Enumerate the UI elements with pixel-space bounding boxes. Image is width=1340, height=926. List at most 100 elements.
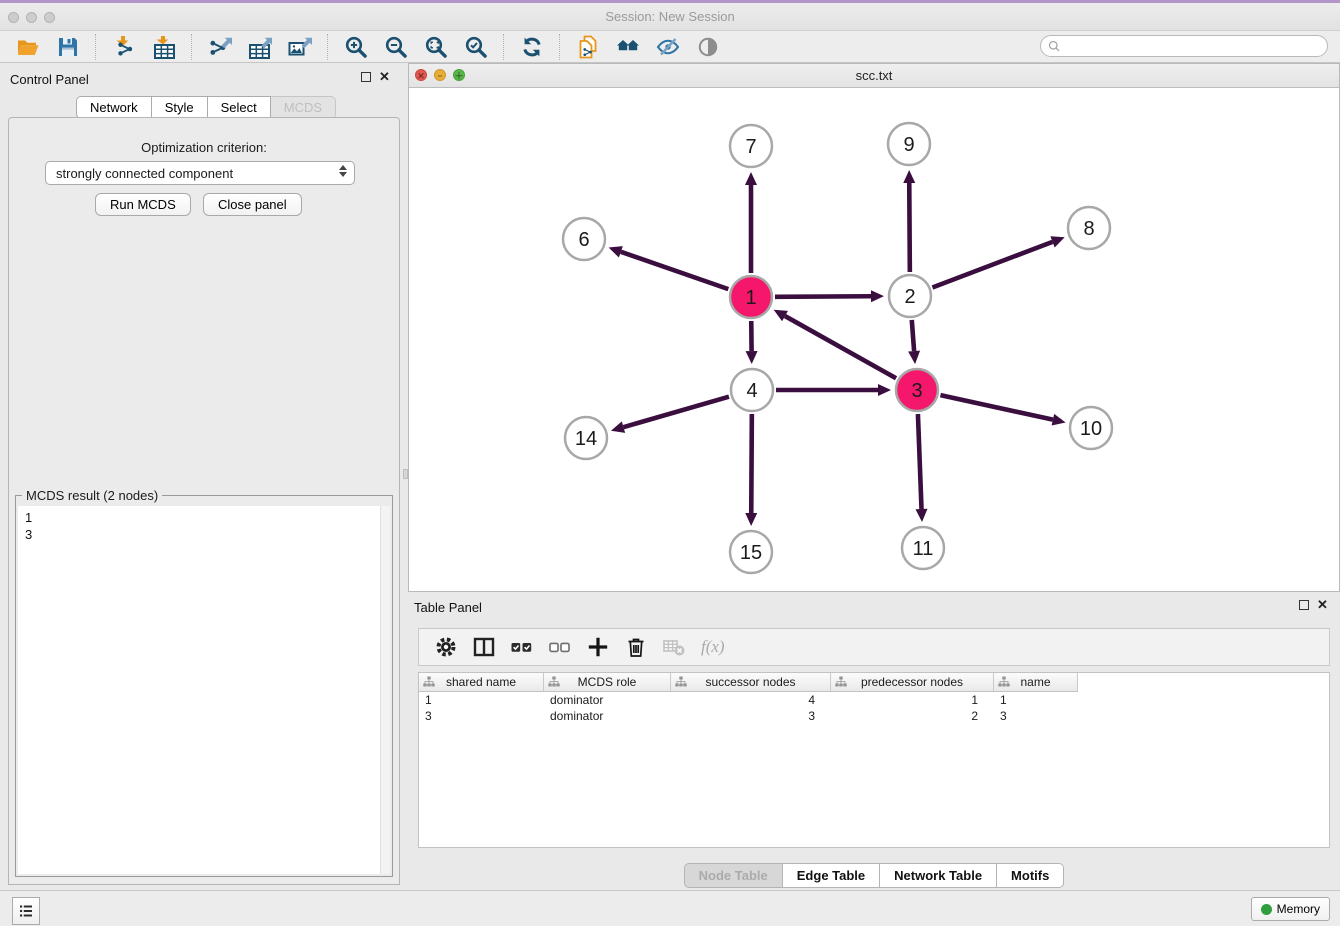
table-cell[interactable]: 3 [994,708,1078,724]
zoom-in-button[interactable] [342,33,370,61]
edge-4-15[interactable] [745,414,757,526]
table-settings-button[interactable] [432,633,460,661]
table-cell[interactable]: 4 [671,692,831,708]
table-close-icon[interactable]: ✕ [1317,598,1328,611]
table-cell[interactable]: 1 [831,692,994,708]
node-6[interactable]: 6 [563,218,605,260]
node-4[interactable]: 4 [731,369,773,411]
export-network-button[interactable] [206,33,234,61]
zoom-out-button[interactable] [382,33,410,61]
tab-motifs[interactable]: Motifs [997,863,1064,888]
mcds-tab-panel: Optimization criterion: strongly connect… [8,117,400,885]
result-scrollbar[interactable] [380,506,390,874]
column-header-predecessor-nodes[interactable]: predecessor nodes [831,673,994,692]
save-session-button[interactable] [54,33,82,61]
edge-4-14[interactable] [611,397,729,433]
edge-3-11[interactable] [916,414,928,522]
home-layout-icon [616,35,640,59]
criterion-dropdown-value: strongly connected component [56,166,233,181]
memory-button[interactable]: Memory [1251,897,1330,921]
table-cell[interactable]: dominator [544,692,671,708]
network-window-titlebar[interactable]: ✕ − ＋ scc.txt [409,64,1339,88]
zoom-in-icon [344,35,368,59]
table-cell[interactable]: 1 [419,692,544,708]
node-14[interactable]: 14 [565,417,607,459]
edge-2-3[interactable] [908,320,920,364]
table-cell[interactable]: dominator [544,708,671,724]
control-panel-title: Control Panel [10,72,89,87]
toggle-bird-view-button[interactable] [694,33,722,61]
edge-1-2[interactable] [775,290,884,302]
node-7[interactable]: 7 [730,125,772,167]
column-layout-button[interactable] [470,633,498,661]
task-history-button[interactable] [12,897,40,925]
import-network-button[interactable] [110,33,138,61]
node-3[interactable]: 3 [896,369,938,411]
edge-1-6[interactable] [609,246,729,289]
table-cell[interactable]: 1 [994,692,1078,708]
deselect-all-columns-button[interactable] [546,633,574,661]
zoom-selected-button[interactable] [462,33,490,61]
tab-network[interactable]: Network [76,96,152,119]
edge-2-9[interactable] [903,170,915,272]
network-canvas[interactable]: 1 2 3 4 6 7 8 9 10 11 14 15 [409,88,1339,591]
node-10[interactable]: 10 [1070,407,1112,449]
edge-4-3[interactable] [776,384,891,396]
search-input[interactable] [1062,38,1327,54]
edge-3-10[interactable] [940,395,1065,425]
table-cell[interactable]: 3 [671,708,831,724]
node-15[interactable]: 15 [730,531,772,573]
criterion-dropdown[interactable]: strongly connected component [45,161,355,185]
tab-network-table[interactable]: Network Table [880,863,997,888]
search-box[interactable] [1040,35,1328,57]
node-1[interactable]: 1 [730,276,772,318]
export-image-button[interactable] [286,33,314,61]
table-row[interactable]: 1dominator411 [419,692,1329,708]
node-table[interactable]: shared nameMCDS rolesuccessor nodesprede… [418,672,1330,848]
edge-3-1[interactable] [774,310,896,379]
toggle-bird-view-icon [696,35,720,59]
close-panel-button[interactable]: Close panel [203,193,302,216]
tab-edge-table[interactable]: Edge Table [783,863,880,888]
edge-1-7[interactable] [745,172,757,273]
tab-select[interactable]: Select [208,96,271,119]
close-panel-icon[interactable]: ✕ [379,70,390,83]
column-header-shared-name[interactable]: shared name [419,673,544,692]
home-layout-button[interactable] [614,33,642,61]
select-all-columns-button[interactable] [508,633,536,661]
edge-1-4[interactable] [746,321,758,364]
node-8[interactable]: 8 [1068,207,1110,249]
run-mcds-button[interactable]: Run MCDS [95,193,191,216]
float-panel-icon[interactable] [361,72,371,82]
export-table-icon [248,35,272,59]
column-header-name[interactable]: name [994,673,1078,692]
tab-node-table[interactable]: Node Table [684,863,783,888]
function-builder-button[interactable]: f(x) [701,637,725,657]
table-cell[interactable]: 3 [419,708,544,724]
duplicate-network-button[interactable] [574,33,602,61]
status-bar: Memory [0,890,1340,926]
edge-2-8[interactable] [932,236,1064,287]
delete-column-icon [624,635,648,659]
export-table-button[interactable] [246,33,274,61]
column-header-MCDS-role[interactable]: MCDS role [544,673,671,692]
hide-panels-button[interactable] [654,33,682,61]
import-table-button[interactable] [150,33,178,61]
delete-column-button[interactable] [622,633,650,661]
refresh-network-button[interactable] [518,33,546,61]
column-header-successor-nodes[interactable]: successor nodes [671,673,831,692]
table-cell[interactable]: 2 [831,708,994,724]
node-11[interactable]: 11 [902,527,944,569]
node-2[interactable]: 2 [889,275,931,317]
mcds-result-textarea[interactable]: 1 3 [18,506,390,874]
tab-mcds[interactable]: MCDS [271,96,336,119]
table-float-icon[interactable] [1299,600,1309,610]
table-panel: Table Panel ✕ f(x) shared nameMCDS roles… [408,592,1340,890]
node-9[interactable]: 9 [888,123,930,165]
table-row[interactable]: 3dominator323 [419,708,1329,724]
add-column-button[interactable] [584,633,612,661]
delete-table-button[interactable] [660,633,688,661]
zoom-fit-button[interactable] [422,33,450,61]
tab-style[interactable]: Style [152,96,208,119]
open-session-button[interactable] [14,33,42,61]
